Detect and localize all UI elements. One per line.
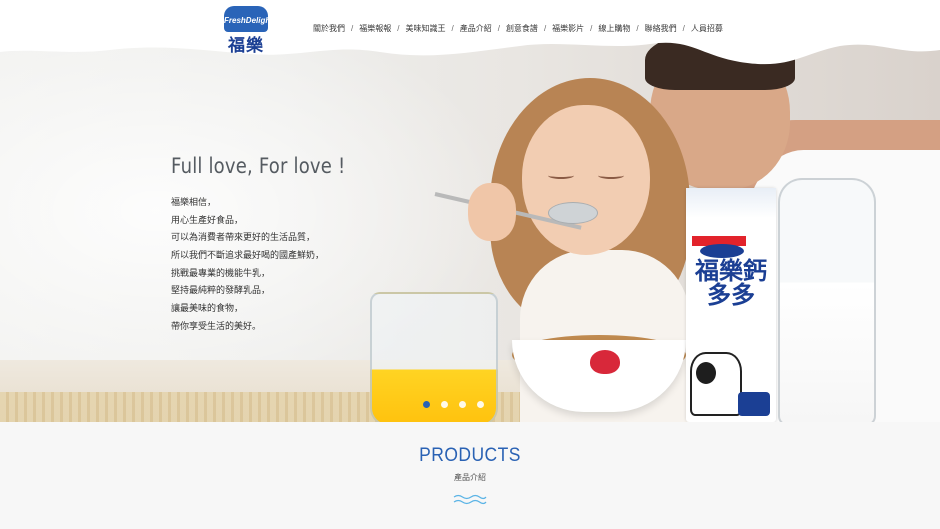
milk-carton-logo bbox=[700, 244, 744, 258]
milk-carton-title: 福樂鈣多多 bbox=[695, 258, 767, 309]
slider-dot-4[interactable] bbox=[477, 401, 484, 408]
nav-separator: / bbox=[543, 23, 547, 33]
nav-item-videos[interactable]: 福樂影片 bbox=[552, 23, 584, 34]
logo-wordmark: 福樂 bbox=[228, 36, 264, 55]
slider-dot-3[interactable] bbox=[459, 401, 466, 408]
nav-item-about[interactable]: 關於我們 bbox=[313, 23, 345, 34]
brand-logo[interactable]: FreshDelight 福樂 bbox=[224, 6, 273, 55]
nav-separator: / bbox=[497, 23, 500, 33]
hero-line: 堅持最純粹的發酵乳品， bbox=[171, 285, 271, 296]
hero-line: 帶你享受生活的美好。 bbox=[171, 320, 262, 331]
hero-line: 讓最美味的食物， bbox=[171, 303, 244, 314]
nav-separator: / bbox=[397, 23, 400, 33]
nav-item-news[interactable]: 福樂報報 bbox=[359, 23, 391, 34]
nav-separator: / bbox=[451, 23, 454, 33]
hero-girl-eye-right bbox=[598, 172, 624, 179]
nav-separator: / bbox=[636, 23, 639, 33]
slider-dot-2[interactable] bbox=[441, 401, 448, 408]
hero-headline: Full love, For love ! bbox=[171, 154, 346, 178]
hero-line: 福樂相信， bbox=[171, 197, 217, 207]
wave-divider-icon bbox=[453, 494, 487, 505]
hero-line: 用心生產好食品， bbox=[171, 214, 244, 225]
nav-item-contact[interactable]: 聯絡我們 bbox=[645, 23, 677, 34]
nav-separator: / bbox=[682, 23, 685, 33]
strawberry bbox=[590, 350, 620, 374]
slider-dot-1[interactable] bbox=[423, 401, 430, 408]
hero-girl-hand bbox=[468, 183, 516, 241]
hero-banner: 福樂鈣多多 bbox=[0, 0, 940, 422]
nav-separator: / bbox=[590, 23, 593, 33]
milk-carton-top bbox=[686, 188, 776, 218]
slider-dots bbox=[423, 401, 484, 408]
hero-girl-eye-left bbox=[548, 172, 574, 179]
logo-badge-text: FreshDelight bbox=[224, 16, 273, 25]
products-subtitle: 產品介紹 bbox=[454, 473, 486, 482]
hero-girl-face bbox=[522, 105, 650, 255]
hero-line: 所以我們不斷追求最好喝的國產鮮奶， bbox=[171, 250, 325, 261]
milk-carton-ca-badge bbox=[738, 392, 770, 416]
milk-carton-cow-spot bbox=[696, 362, 716, 384]
spoon-bowl bbox=[548, 202, 598, 224]
hero-line: 挑戰最專業的機能牛乳， bbox=[171, 267, 271, 278]
milk-carton-cow bbox=[690, 352, 742, 416]
nav-separator: / bbox=[351, 23, 354, 33]
nav-item-careers[interactable]: 人員招募 bbox=[691, 23, 723, 34]
products-title: PRODUCTS bbox=[419, 445, 521, 466]
nav-item-shop[interactable]: 線上購物 bbox=[598, 23, 630, 34]
nav-item-recipes[interactable]: 創意食譜 bbox=[506, 23, 538, 34]
nav-item-knowledge[interactable]: 美味知識王 bbox=[405, 23, 445, 34]
hero-line: 可以為消費者帶來更好的生活品質， bbox=[171, 232, 316, 243]
nav-item-products[interactable]: 產品介紹 bbox=[460, 23, 492, 34]
hero-paragraph: 福樂相信， 用心生產好食品， 可以為消費者帶來更好的生活品質， 所以我們不斷追求… bbox=[171, 194, 324, 336]
milk-jug bbox=[778, 178, 876, 422]
main-nav: 關於我們 / 福樂報報 / 美味知識王 / 產品介紹 / 創意食譜 / 福樂影片… bbox=[313, 20, 723, 36]
